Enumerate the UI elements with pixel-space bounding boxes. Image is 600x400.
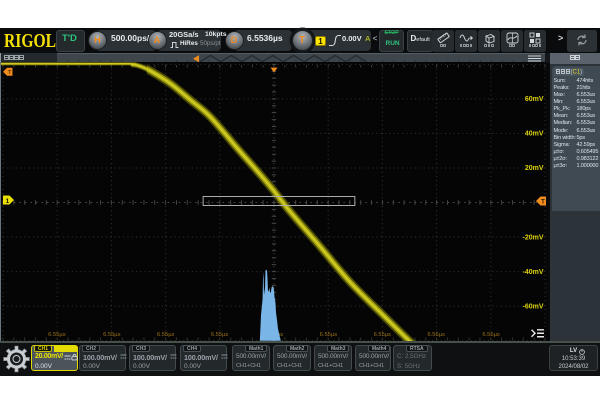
svg-text:6.55µs: 6.55µs [157, 332, 175, 338]
svg-text:-60mV: -60mV [523, 303, 544, 310]
svg-text:6.55µs: 6.55µs [48, 332, 66, 338]
svg-text:60mV: 60mV [525, 96, 544, 103]
svg-text:20mV: 20mV [525, 165, 544, 172]
svg-text:-40mV: -40mV [523, 269, 544, 276]
svg-text:1: 1 [6, 198, 10, 205]
svg-text:6.55µs: 6.55µs [374, 332, 392, 338]
svg-text:6.56µs: 6.56µs [482, 332, 500, 338]
svg-text:6.55µs: 6.55µs [211, 332, 229, 338]
svg-text:6.56µs: 6.56µs [427, 332, 445, 338]
svg-text:6.55µs: 6.55µs [103, 332, 121, 338]
svg-text:T: T [541, 200, 545, 206]
svg-text:40mV: 40mV [525, 131, 544, 138]
svg-text:-20mV: -20mV [523, 234, 544, 241]
svg-text:6.55µs: 6.55µs [320, 332, 338, 338]
